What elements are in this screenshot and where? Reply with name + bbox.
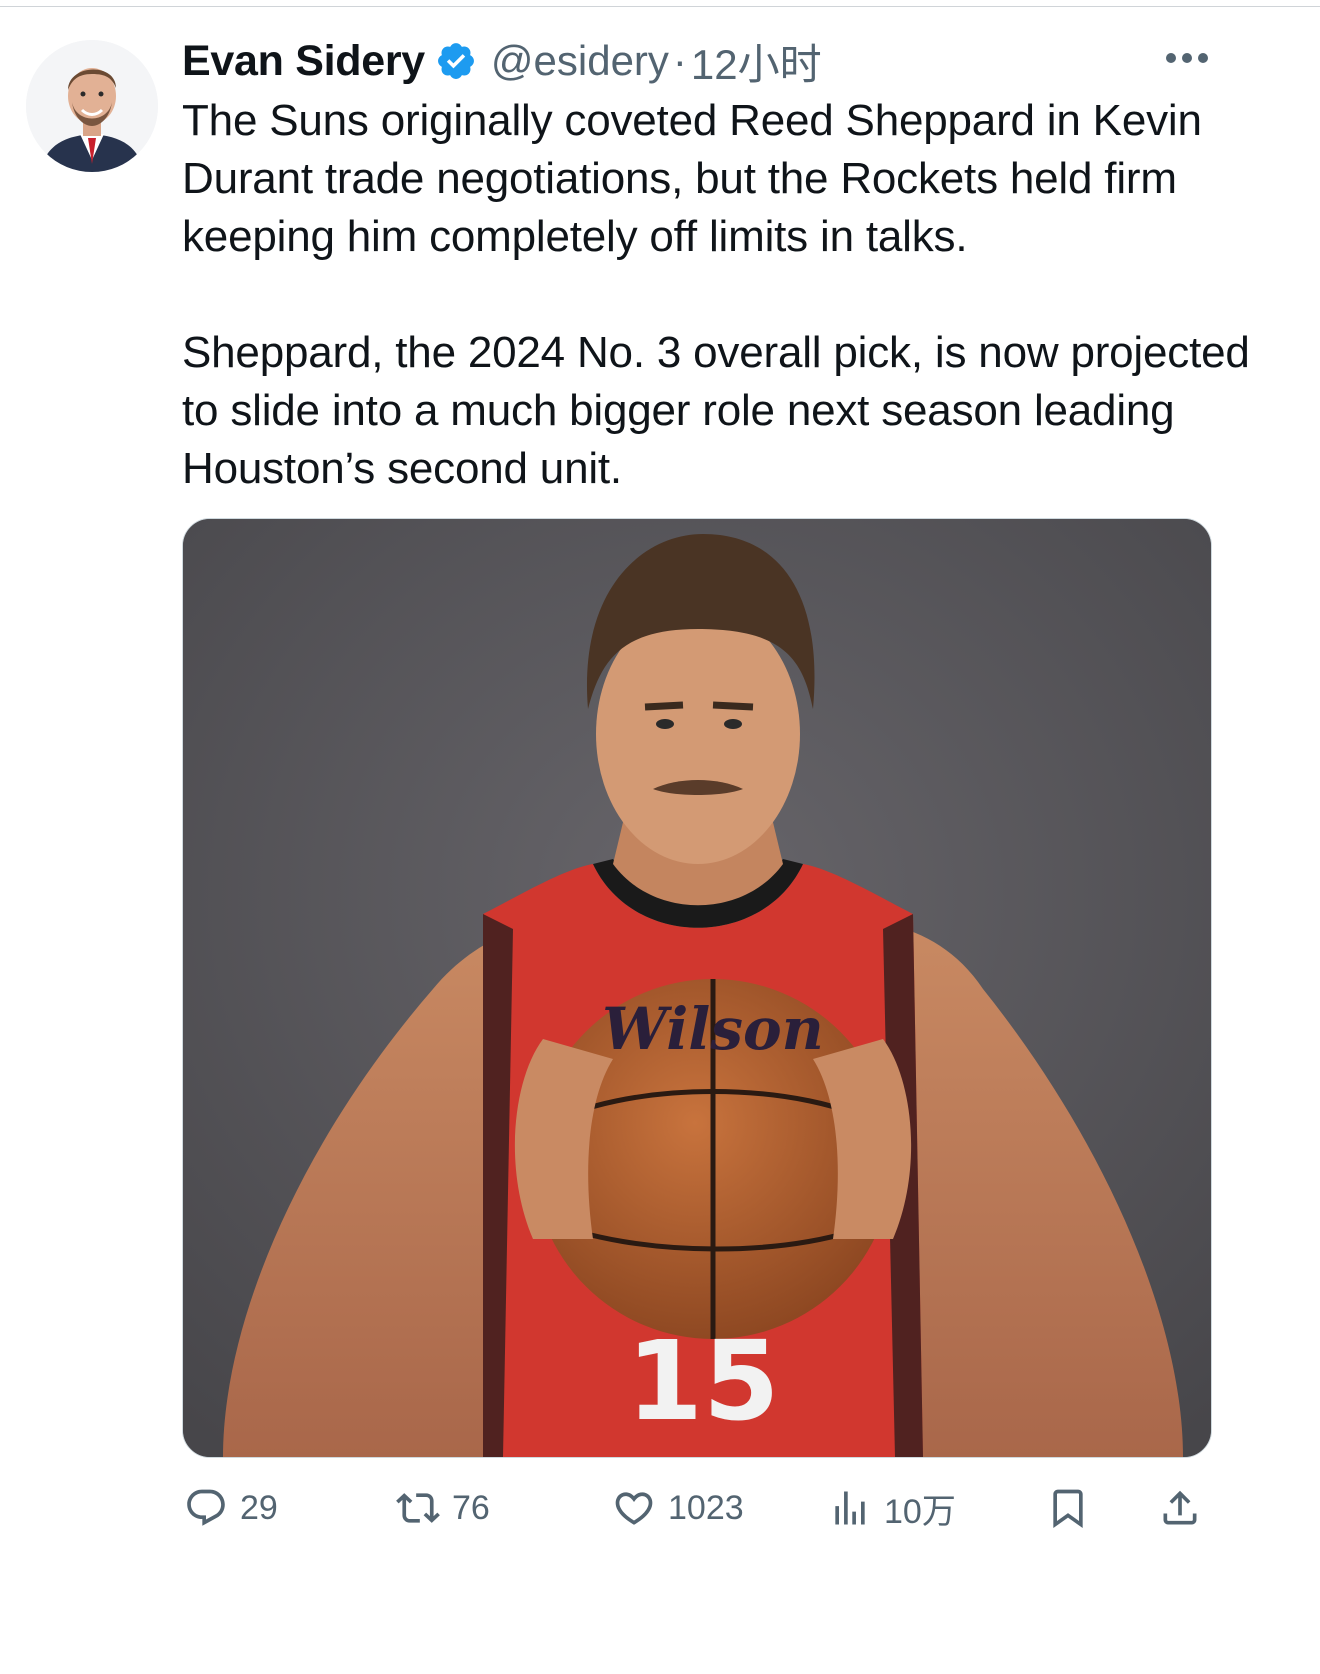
tweet-paragraph-2: Sheppard, the 2024 No. 3 overall pick, i…: [182, 328, 1250, 493]
reply-count: 29: [240, 1488, 278, 1527]
tweet-actions-bar: 29 76 1023 10万: [0, 1478, 1320, 1538]
retweet-icon: [396, 1486, 440, 1530]
author-display-name[interactable]: Evan Sidery: [182, 37, 425, 86]
share-button[interactable]: [1158, 1478, 1214, 1538]
tweet-text: The Suns originally coveted Reed Sheppar…: [182, 92, 1262, 498]
tweet-page: Evan Sidery @esidery · 12小时 The Suns ori…: [0, 0, 1320, 1674]
bookmark-icon: [1046, 1486, 1090, 1530]
top-divider: [0, 6, 1320, 7]
separator-dot: ·: [672, 37, 687, 84]
like-button[interactable]: 1023: [612, 1478, 744, 1538]
tweet-timestamp[interactable]: 12小时: [691, 31, 822, 92]
tweet-paragraph-1: The Suns originally coveted Reed Sheppar…: [182, 96, 1202, 261]
more-options-icon[interactable]: [1160, 44, 1214, 72]
view-count: 10万: [884, 1492, 956, 1531]
heart-icon: [612, 1486, 656, 1530]
author-handle[interactable]: @esidery: [491, 37, 669, 85]
ball-brand-text: Wilson: [602, 995, 824, 1063]
avatar-photo: [26, 40, 158, 172]
retweet-button[interactable]: 76: [396, 1478, 490, 1538]
verified-badge-icon[interactable]: [435, 40, 477, 82]
reply-icon: [184, 1486, 228, 1530]
tweet-media-photo[interactable]: Wilson 15: [182, 518, 1212, 1458]
views-chart-icon: [828, 1486, 872, 1530]
player-photo: Wilson 15: [183, 519, 1211, 1457]
author-avatar[interactable]: [26, 40, 158, 172]
tweet-header: Evan Sidery @esidery · 12小时: [182, 36, 822, 88]
views-button[interactable]: 10万: [828, 1478, 956, 1538]
retweet-count: 76: [452, 1488, 490, 1527]
bookmark-button[interactable]: [1046, 1478, 1102, 1538]
like-count: 1023: [668, 1488, 744, 1527]
reply-button[interactable]: 29: [184, 1478, 278, 1538]
share-icon: [1158, 1486, 1202, 1530]
jersey-number: 15: [626, 1317, 779, 1445]
